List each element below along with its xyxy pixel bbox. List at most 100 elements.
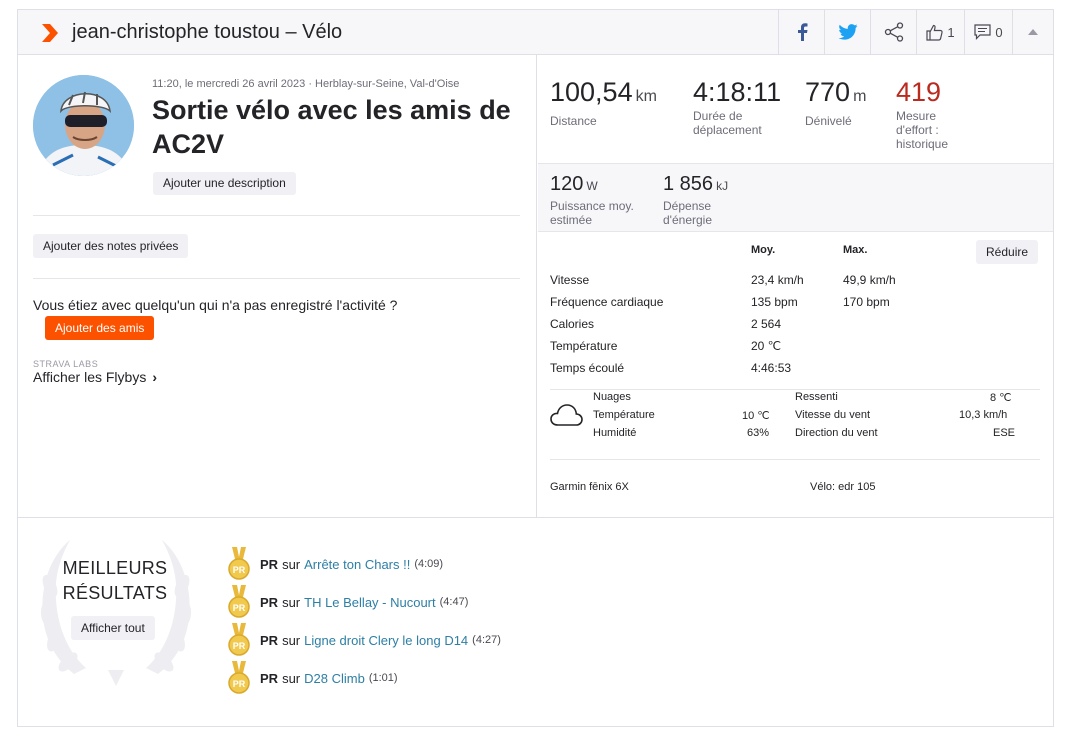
segment-time: (4:27) — [472, 634, 501, 646]
pr-label: PR — [260, 670, 279, 686]
pr-sur: sur — [282, 594, 301, 610]
segment-link[interactable]: D28 Climb — [304, 671, 365, 686]
divider — [33, 215, 520, 216]
stat-label: Mesure d'effort : historique — [896, 109, 949, 151]
list-item: PR PR sur D28 Climb (1:01) — [228, 661, 398, 695]
facebook-share-button[interactable] — [778, 10, 824, 54]
add-description-button[interactable]: Ajouter une description — [153, 172, 296, 195]
laurel-wreath-icon — [40, 540, 192, 686]
share-icon — [884, 22, 903, 42]
segment-link[interactable]: Ligne droit Clery le long D14 — [304, 633, 468, 648]
stat-label: Dénivelé — [805, 114, 852, 128]
stat-value: 120 — [550, 173, 584, 195]
svg-text:PR: PR — [233, 641, 246, 651]
segment-time: (4:47) — [439, 596, 469, 608]
row-avg: 20 ℃ — [751, 339, 782, 353]
add-friends-button[interactable]: Ajouter des amis — [45, 316, 155, 340]
kudos-button[interactable]: 1 — [916, 10, 964, 54]
stat-label: Puissance moy. estimée — [550, 199, 634, 227]
weather-temp-label: Température — [593, 409, 655, 421]
activity-date-location: 11:20, le mercredi 26 avril 2023 · Herbl… — [152, 78, 460, 90]
share-button[interactable] — [870, 10, 916, 54]
stat-value: 4:18:11 — [693, 77, 782, 107]
row-max: 170 bpm — [843, 295, 890, 309]
secondary-stats: 120 W Puissance moy. estimée 1 856 kJ Dépe… — [538, 163, 1053, 232]
list-item: PR PR sur TH Le Bellay - Nucourt (4:47) — [228, 585, 468, 619]
flybys-label: Afficher les Flybys — [33, 369, 147, 385]
stat-value: 100,54 — [550, 77, 633, 107]
collapse-arrow-icon — [1028, 29, 1038, 35]
weather-wind-speed-value: 10,3 km/h — [959, 409, 1008, 421]
medal-icon: PR — [228, 661, 250, 694]
facebook-icon — [797, 23, 807, 41]
weather-wind-speed-label: Vitesse du vent — [795, 409, 871, 421]
best-results-title-line: RÉSULTATS — [62, 583, 168, 603]
pr-label: PR — [260, 556, 279, 572]
stat-energy: 1 856 kJ Dépense d'énergie — [663, 173, 743, 227]
stat-elevation: 770 m Dénivelé — [805, 77, 866, 128]
pr-sur: sur — [282, 632, 301, 648]
avatar[interactable] — [33, 75, 134, 176]
stat-label: Dépense d'énergie — [663, 199, 712, 227]
weather-humidity-value: 63% — [747, 427, 770, 439]
row-avg: 135 bpm — [751, 295, 798, 309]
comment-button[interactable]: 0 — [964, 10, 1012, 54]
row-label: Fréquence cardiaque — [550, 295, 664, 309]
collapse-button[interactable] — [1012, 10, 1053, 54]
strava-labs-label: STRAVA LABS — [33, 359, 99, 369]
friends-question: Vous étiez avec quelqu'un qui n'a pas en… — [33, 297, 398, 313]
cloud-icon — [550, 404, 583, 426]
stat-label: Durée de déplacement — [693, 109, 762, 137]
header-actions: 1 0 — [778, 10, 1053, 54]
medal-icon: PR — [228, 623, 250, 656]
pr-label: PR — [260, 594, 279, 610]
weather-feels-label: Ressenti — [795, 391, 838, 403]
weather-temp-value: 10 ℃ — [742, 410, 770, 422]
row-label: Vitesse — [550, 273, 590, 287]
header-title: jean-christophe toustou – Vélo — [72, 21, 343, 43]
pr-label: PR — [260, 632, 279, 648]
strava-chevron-icon — [42, 24, 58, 42]
divider — [33, 278, 520, 279]
activity-card: jean-christophe toustou – Vélo 1 0 11:20… — [17, 9, 1054, 727]
pr-sur: sur — [282, 556, 301, 572]
show-all-button[interactable]: Afficher tout — [71, 616, 155, 640]
best-results-title-line: MEILLEURS — [62, 558, 168, 578]
row-label: Calories — [550, 317, 595, 331]
divider — [550, 459, 1040, 460]
reduce-button[interactable]: Réduire — [976, 240, 1039, 264]
weather-wind-dir-value: ESE — [993, 427, 1016, 439]
table-row: Fréquence cardiaque 135 bpm 170 bpm — [550, 295, 890, 317]
segment-link[interactable]: Arrête ton Chars !! — [304, 557, 410, 572]
row-max: 49,9 km/h — [843, 273, 896, 287]
flybys-link[interactable]: Afficher les Flybys › — [33, 369, 157, 385]
activity-header: jean-christophe toustou – Vélo 1 0 — [18, 10, 1053, 55]
weather-section: Nuages Température 10 ℃ Humidité 63% Res… — [550, 391, 1040, 445]
add-private-notes-button[interactable]: Ajouter des notes privées — [33, 234, 189, 258]
column-header-max: Max. — [843, 244, 868, 256]
row-label: Temps écoulé — [550, 361, 625, 375]
activity-title: Sortie vélo avec les amis de AC2V — [152, 95, 511, 159]
comment-icon — [974, 24, 991, 40]
svg-text:PR: PR — [233, 679, 246, 689]
bike-name: Vélo: edr 105 — [810, 481, 876, 493]
stat-unit: m — [853, 88, 867, 105]
segment-time: (1:01) — [368, 672, 398, 684]
best-results-title: MEILLEURS RÉSULTATS — [44, 556, 186, 606]
activity-summary: 11:20, le mercredi 26 avril 2023 · Herbl… — [18, 55, 537, 517]
twitter-share-button[interactable] — [824, 10, 870, 54]
twitter-icon — [837, 24, 858, 40]
comment-count: 0 — [995, 24, 1003, 40]
stat-value: 419 — [896, 77, 942, 107]
stat-value: 770 — [805, 77, 851, 107]
weather-humidity-label: Humidité — [593, 427, 637, 439]
stat-moving-time: 4:18:11 Durée de déplacement — [693, 77, 783, 137]
device-name: Garmin fēnix 6X — [550, 481, 629, 493]
activity-stats: 100,54 km Distance 4:18:11 Durée de dépla… — [538, 55, 1053, 517]
medal-icon: PR — [228, 585, 250, 618]
svg-text:PR: PR — [233, 603, 246, 613]
table-row: Calories 2 564 — [550, 317, 890, 339]
segment-link[interactable]: TH Le Bellay - Nucourt — [304, 595, 436, 610]
table-row: Vitesse 23,4 km/h 49,9 km/h — [550, 273, 896, 295]
stat-relative-effort[interactable]: 419 Mesure d'effort : historique — [896, 77, 974, 151]
